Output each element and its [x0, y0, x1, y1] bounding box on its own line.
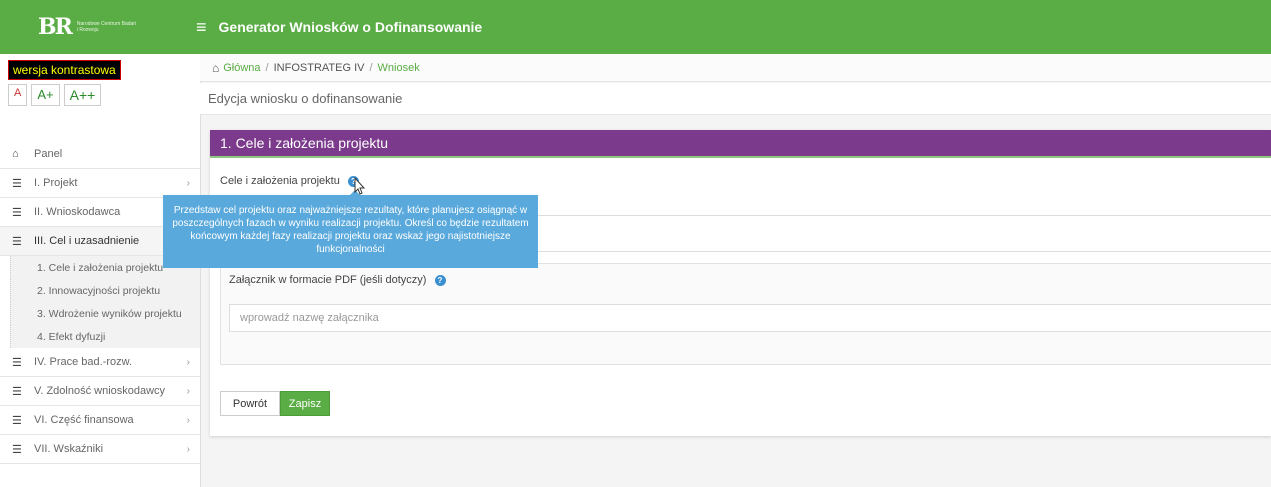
- sidebar-subitem-innowacyjnosci[interactable]: 2. Innowacyjności projektu: [10, 279, 200, 302]
- help-tooltip: Przedstaw cel projektu oraz najważniejsz…: [163, 195, 538, 268]
- sidebar-item-label: I. Projekt: [34, 177, 78, 189]
- list-icon: ☰: [12, 356, 22, 369]
- list-icon: ☰: [12, 235, 22, 248]
- font-size-small-button[interactable]: A: [8, 84, 28, 106]
- logo-mark: BR: [38, 14, 73, 40]
- sidebar-item-prace[interactable]: ☰ IV. Prace bad.-rozw. ›: [0, 348, 200, 377]
- sidebar-item-label: V. Zdolność wnioskodawcy: [34, 385, 166, 397]
- sidebar-item-panel[interactable]: ⌂ Panel: [0, 140, 200, 169]
- sidebar-item-label: II. Wnioskodawca: [34, 206, 121, 218]
- chevron-right-icon: ›: [186, 385, 190, 397]
- font-size-medium-button[interactable]: A+: [31, 84, 60, 106]
- mouse-cursor-icon: [354, 177, 366, 195]
- sidebar-item-zdolnosc[interactable]: ☰ V. Zdolność wnioskodawcy ›: [0, 377, 200, 406]
- sidebar-subitem-efekt-dyfuzji[interactable]: 4. Efekt dyfuzji: [10, 325, 200, 348]
- breadcrumb-current-link[interactable]: Wniosek: [378, 62, 420, 74]
- font-size-controls: A A+ A++: [8, 84, 102, 106]
- hamburger-menu-icon[interactable]: ≡: [196, 17, 207, 38]
- form-panel: 1. Cele i założenia projektu Cele i zało…: [210, 130, 1271, 436]
- home-icon[interactable]: ⌂: [212, 61, 219, 75]
- home-icon: ⌂: [12, 148, 19, 160]
- sidebar-item-label: IV. Prace bad.-rozw.: [34, 356, 133, 368]
- list-icon: ☰: [12, 443, 22, 456]
- panel-title: 1. Cele i założenia projektu: [210, 130, 1271, 158]
- sidebar-item-wskazniki[interactable]: ☰ VII. Wskaźniki ›: [0, 435, 200, 464]
- sidebar-item-label: Panel: [34, 148, 63, 160]
- attachment-name-input[interactable]: wprowadź nazwę załącznika: [229, 304, 1271, 332]
- chevron-right-icon: ›: [186, 443, 190, 455]
- list-icon: ☰: [12, 414, 22, 427]
- contrast-toggle-button[interactable]: wersja kontrastowa: [8, 60, 121, 80]
- back-button[interactable]: Powrót: [220, 391, 280, 416]
- sidebar-item-projekt[interactable]: ☰ I. Projekt ›: [0, 169, 200, 198]
- chevron-right-icon: ›: [186, 414, 190, 426]
- list-icon: ☰: [12, 385, 22, 398]
- sidebar-subitem-wdrozenie[interactable]: 3. Wdrożenie wyników projektu: [10, 302, 200, 325]
- page-title: Edycja wniosku o dofinansowanie: [200, 83, 1271, 115]
- top-bar: BR Narodowe Centrum Badań i Rozwoju ≡ Ge…: [0, 0, 1271, 54]
- attachment-section: Załącznik w formacie PDF (jeśli dotyczy)…: [220, 263, 1271, 365]
- app-title: Generator Wniosków o Dofinansowanie: [218, 19, 483, 35]
- attachment-label-text: Załącznik w formacie PDF (jeśli dotyczy): [229, 274, 427, 286]
- chevron-right-icon: ›: [186, 356, 190, 368]
- logo-text: Narodowe Centrum Badań i Rozwoju: [76, 21, 137, 33]
- font-size-large-button[interactable]: A++: [63, 84, 102, 106]
- sidebar-item-label: VII. Wskaźniki: [34, 443, 104, 455]
- list-icon: ☰: [12, 177, 22, 190]
- info-icon[interactable]: ?: [434, 274, 446, 286]
- logo[interactable]: BR Narodowe Centrum Badań i Rozwoju: [0, 0, 190, 54]
- field-label-text: Cele i założenia projektu: [220, 175, 340, 187]
- sidebar-item-label: VI. Część finansowa: [34, 414, 134, 426]
- sidebar-item-label: III. Cel i uzasadnienie: [34, 235, 140, 247]
- save-button[interactable]: Zapisz: [280, 391, 330, 416]
- sidebar-item-czesc-finansowa[interactable]: ☰ VI. Część finansowa ›: [0, 406, 200, 435]
- sidebar: wersja kontrastowa A A+ A++ ⌂ Panel ☰ I.…: [0, 54, 201, 487]
- field-label-attachment: Załącznik w formacie PDF (jeśli dotyczy)…: [229, 274, 446, 286]
- breadcrumb: ⌂ Główna / INFOSTRATEG IV / Wniosek: [200, 54, 1271, 82]
- chevron-right-icon: ›: [186, 177, 190, 189]
- breadcrumb-separator: /: [265, 61, 269, 74]
- sidebar-nav: ⌂ Panel ☰ I. Projekt › ☰ II. Wnioskodawc…: [0, 140, 200, 464]
- breadcrumb-home-link[interactable]: Główna: [223, 62, 260, 74]
- field-label-cele: Cele i założenia projektu ?: [220, 175, 359, 187]
- list-icon: ☰: [12, 206, 22, 219]
- breadcrumb-separator: /: [369, 61, 373, 74]
- breadcrumb-program: INFOSTRATEG IV: [273, 61, 365, 74]
